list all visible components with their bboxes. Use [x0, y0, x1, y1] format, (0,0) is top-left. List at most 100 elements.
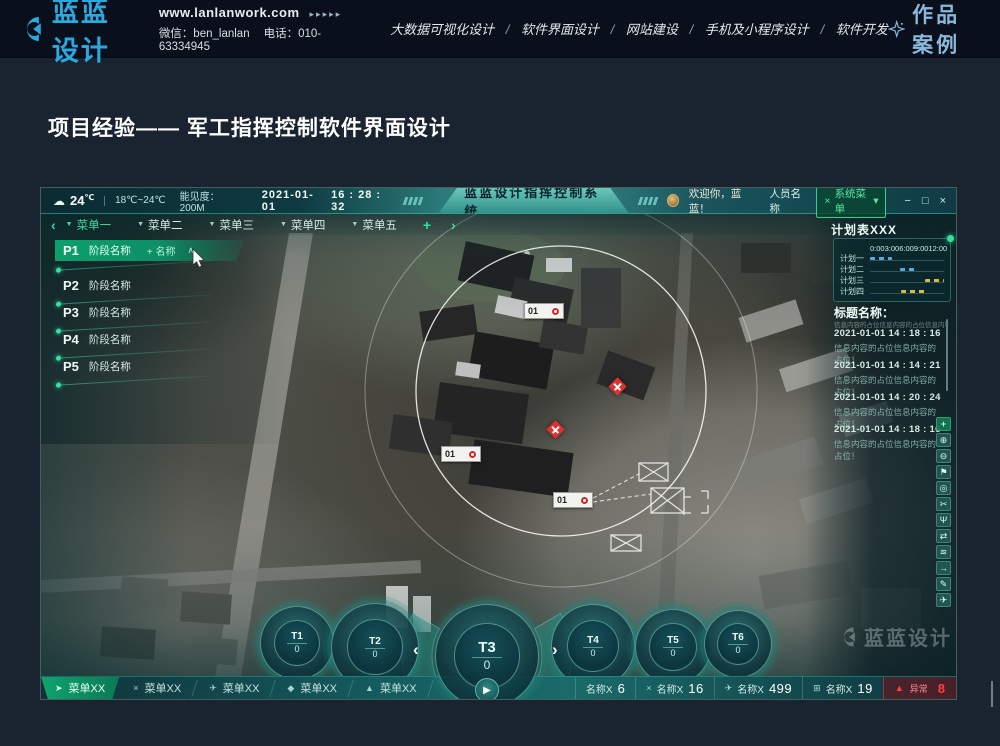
- edit-icon[interactable]: ✎: [936, 577, 951, 591]
- plan-table-title: 计划表XXX: [831, 221, 897, 238]
- system-menu-button[interactable]: × 系统菜单 ▾: [816, 187, 886, 218]
- user-avatar[interactable]: [667, 194, 679, 207]
- forward-arrow-icon[interactable]: →: [936, 561, 951, 575]
- temperature: 24℃: [70, 193, 94, 208]
- x-icon: ×: [133, 683, 138, 693]
- watermark-logo: 蓝蓝设计: [837, 622, 952, 651]
- phase-item-p1[interactable]: P1 阶段名称 + 名称 ∧: [55, 240, 245, 266]
- decor-ticks: [404, 197, 422, 205]
- divider: [104, 196, 105, 206]
- page-title: 项目经验—— 军工指挥控制软件界面设计: [48, 112, 451, 142]
- bottom-tab-3[interactable]: ✈菜单XX: [195, 677, 273, 700]
- target-dot-icon: [468, 450, 477, 459]
- phase-item-p5[interactable]: P5阶段名称: [55, 357, 245, 381]
- zoom-out-icon[interactable]: ⊖: [936, 449, 951, 463]
- chevron-down-icon: ▾: [873, 195, 878, 207]
- bottom-tab-4[interactable]: ◆菜单XX: [273, 677, 351, 700]
- log-scrollbar[interactable]: [946, 319, 948, 391]
- dial-button-t5[interactable]: T50: [635, 609, 711, 685]
- gantt-time-axis: 0:003:006:009:0012:00: [870, 244, 944, 253]
- nav-item-mobile[interactable]: 手机及小程序设计: [705, 22, 809, 37]
- tab-menu-3[interactable]: ▼菜单三: [209, 217, 254, 233]
- tab-menu-2[interactable]: ▼菜单二: [137, 217, 182, 233]
- target-dot-icon: [551, 307, 560, 316]
- portfolio-button[interactable]: 作品案例: [888, 0, 982, 59]
- close-icon: ×: [824, 195, 830, 207]
- dial-prev-button[interactable]: ‹: [413, 640, 419, 660]
- tab-menu-1[interactable]: ▼菜单一: [66, 217, 111, 233]
- visibility-label: 能见度：200M: [180, 188, 240, 214]
- counter-item: ✈名称X499: [714, 677, 802, 700]
- antenna-icon[interactable]: Ψ: [936, 513, 951, 527]
- add-name-action[interactable]: + 名称: [147, 243, 176, 258]
- dial-next-button[interactable]: ›: [552, 640, 558, 660]
- website-link[interactable]: www.lanlanwork.com: [159, 5, 300, 20]
- dial-button-t6[interactable]: T60: [704, 610, 772, 678]
- portfolio-label: 作品案例: [912, 0, 982, 59]
- status-counters: 名称X6 ×名称X16 ✈名称X499 ⊞名称X19 ▲异常8: [575, 677, 956, 700]
- tab-menu-5[interactable]: ▼菜单五: [351, 217, 396, 233]
- add-icon[interactable]: +: [936, 417, 951, 431]
- diamond-icon: ◆: [287, 683, 294, 694]
- page-scrollbar[interactable]: [991, 681, 993, 707]
- chevron-down-icon: ▼: [280, 221, 287, 228]
- welcome-text: 欢迎你，蓝蓝！: [689, 187, 754, 216]
- zoom-in-icon[interactable]: ⊕: [936, 433, 951, 447]
- target-dot-icon: [580, 496, 589, 505]
- layers-icon[interactable]: ≋: [936, 545, 951, 559]
- add-menu-button[interactable]: +: [423, 217, 431, 233]
- dial-play-button[interactable]: ▶: [475, 678, 499, 700]
- next-arrow[interactable]: ›: [451, 217, 456, 233]
- nav-item-website[interactable]: 网站建设: [626, 22, 678, 37]
- phase-item-p4[interactable]: P4阶段名称: [55, 330, 245, 354]
- tab-menu-4[interactable]: ▼菜单四: [280, 217, 325, 233]
- alert-badge[interactable]: ▲异常8: [883, 677, 956, 700]
- map-point-label[interactable]: 01: [524, 303, 564, 319]
- page: 蓝蓝设计 www.lanlanwork.com▸▸▸▸▸ 微信：ben_lanl…: [0, 0, 1000, 746]
- cut-icon[interactable]: ✂: [936, 497, 951, 511]
- lanlan-logo[interactable]: 蓝蓝设计: [18, 0, 137, 68]
- date-label: 2021-01-01: [262, 189, 323, 213]
- app-screenshot: ☁ 24℃ 18℃~24℃ 能见度：200M 2021-01-01 16 : 2…: [40, 187, 957, 700]
- header-nav: 大数据可视化设计 / 软件界面设计 / 网站建设 / 手机及小程序设计 / 软件…: [390, 19, 888, 38]
- gantt-row-plan2: 计划二: [840, 264, 944, 275]
- bottom-tab-2[interactable]: ×菜单XX: [119, 677, 195, 700]
- plane-icon[interactable]: ✈: [936, 593, 951, 607]
- plan-gantt-panel[interactable]: 0:003:006:009:0012:00 计划一 计划二 计划三 计划四: [833, 238, 951, 302]
- gantt-row-plan1: 计划一: [840, 253, 944, 264]
- app-topbar: ☁ 24℃ 18℃~24℃ 能见度：200M 2021-01-01 16 : 2…: [41, 188, 956, 214]
- gantt-row-plan4: 计划四: [840, 286, 944, 297]
- nav-item-dev[interactable]: 软件开发: [836, 22, 888, 37]
- counter-item: ×名称X16: [635, 677, 713, 700]
- phase-item-p3[interactable]: P3阶段名称: [55, 303, 245, 327]
- weather-widget: ☁ 24℃: [53, 193, 94, 208]
- map-point-label[interactable]: 01: [441, 446, 481, 462]
- close-button[interactable]: ×: [940, 195, 946, 207]
- nav-item-bigdata[interactable]: 大数据可视化设计: [390, 22, 494, 37]
- target-icon[interactable]: ◎: [936, 481, 951, 495]
- counter-item: 名称X6: [575, 677, 635, 700]
- prev-arrow[interactable]: ‹: [51, 217, 56, 233]
- chevron-down-icon: ▼: [351, 221, 358, 228]
- route-icon[interactable]: ⇄: [936, 529, 951, 543]
- dial-button-t1[interactable]: T10: [260, 606, 334, 680]
- maximize-button[interactable]: □: [922, 195, 929, 207]
- temp-range: 18℃~24℃: [115, 195, 166, 206]
- nav-item-software-ui[interactable]: 软件界面设计: [521, 22, 599, 37]
- chevron-down-icon: ▼: [209, 221, 216, 228]
- chevron-down-icon: ▼: [137, 221, 144, 228]
- plane-icon: ✈: [725, 683, 733, 694]
- plane-icon: ✈: [209, 683, 217, 694]
- map-toolbar: + ⊕ ⊖ ⚑ ◎ ✂ Ψ ⇄ ≋ → ✎ ✈: [936, 417, 951, 607]
- minimize-button[interactable]: −: [904, 195, 910, 207]
- time-label: 16 : 28 : 32: [331, 189, 394, 213]
- bottom-tab-5[interactable]: ▲菜单XX: [351, 677, 431, 700]
- log-entry[interactable]: 2021-01-01 14 : 18 : 16信息内容的占位信息内容的占位！: [834, 424, 944, 462]
- wechat-label: 微信：ben_lanlan: [159, 28, 250, 40]
- phase-item-p2[interactable]: P2阶段名称: [55, 276, 245, 300]
- flag-icon[interactable]: ⚑: [936, 465, 951, 479]
- person-name[interactable]: 人员名称: [769, 187, 806, 216]
- pointer-icon: ➤: [55, 683, 63, 694]
- bottom-tab-1[interactable]: ➤菜单XX: [41, 677, 119, 700]
- map-point-label[interactable]: 01: [553, 492, 593, 508]
